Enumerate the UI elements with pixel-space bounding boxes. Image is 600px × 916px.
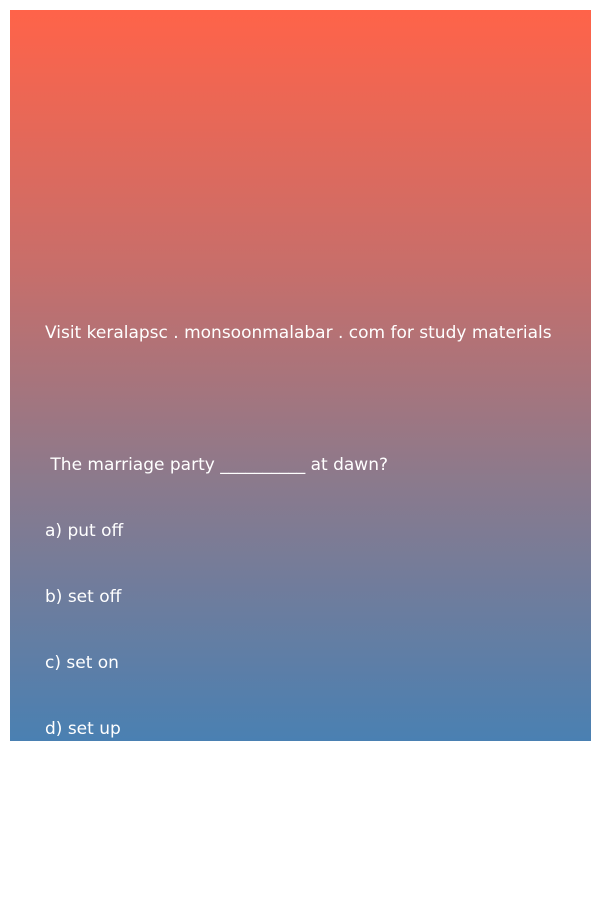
option-a: a) put off — [45, 521, 124, 541]
option-c: c) set on — [45, 653, 119, 673]
option-b: b) set off — [45, 587, 122, 607]
question-text: The marriage party __________ at dawn? — [45, 455, 389, 475]
visit-text: Visit keralapsc . monsoonmalabar . com f… — [45, 323, 552, 343]
option-d: d) set up — [45, 719, 121, 739]
card-content: Visit keralapsc . monsoonmalabar . com f… — [45, 278, 552, 916]
question-card: Visit keralapsc . monsoonmalabar . com f… — [10, 10, 591, 871]
answer-text: Answer: set off — [45, 851, 172, 871]
